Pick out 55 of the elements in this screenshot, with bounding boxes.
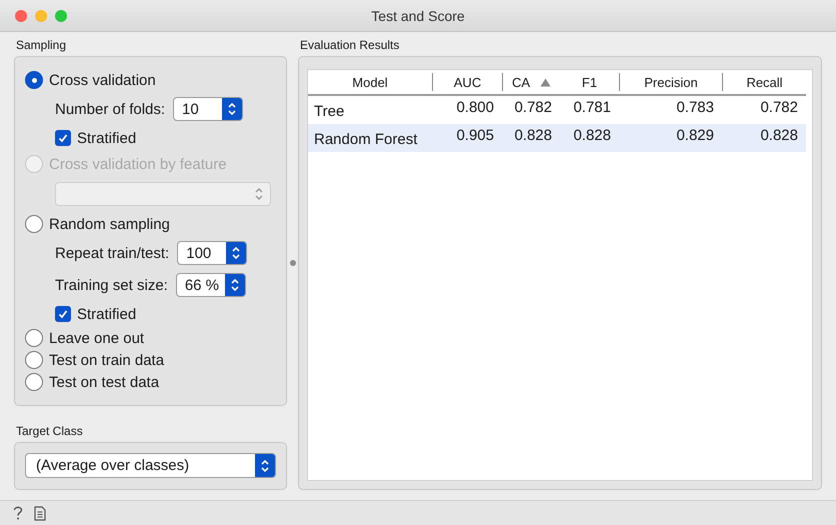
table-cell-text: 0.782: [513, 98, 553, 118]
table-cell-text: 0.783: [675, 98, 715, 118]
stepper-icon: [231, 246, 242, 260]
splitter-handle[interactable]: [290, 260, 296, 266]
checkbox[interactable]: [55, 306, 71, 322]
column-header[interactable]: AUC: [432, 73, 502, 91]
chevron-icon: [254, 187, 264, 201]
radio-label[interactable]: Test on train data: [49, 352, 164, 368]
table-cell-text: 0.828: [513, 126, 553, 146]
checkbox[interactable]: [55, 130, 71, 146]
group-label: Sampling: [15, 37, 66, 54]
table-cell-text: 0.828: [759, 126, 799, 146]
radio-button[interactable]: [25, 71, 43, 89]
table-cell-text: 0.800: [455, 98, 495, 118]
stepper-icon: [260, 458, 270, 472]
help-icon[interactable]: [12, 505, 24, 521]
spin-box[interactable]: 100: [177, 241, 248, 265]
target-class-dropdown[interactable]: (Average over classes): [25, 453, 276, 478]
table-cell-text: 0.781: [572, 98, 612, 118]
window-title: Test and Score: [371, 8, 465, 24]
radio-label[interactable]: Leave one out: [49, 330, 144, 346]
spin-box[interactable]: 10: [173, 97, 244, 121]
sort-ascending-icon: [540, 78, 552, 86]
spin-label: Number of folds:: [55, 100, 166, 118]
column-header[interactable]: Model: [308, 73, 432, 91]
radio-button[interactable]: [25, 329, 43, 347]
radio-button[interactable]: [25, 215, 43, 233]
spin-box[interactable]: 66 %: [176, 273, 246, 297]
document-icon[interactable]: [34, 506, 46, 520]
column-header[interactable]: Precision: [619, 73, 722, 91]
group-label: Target Class: [15, 423, 83, 440]
table-cell-text: 0.828: [572, 126, 612, 146]
checkmark-icon: [57, 308, 69, 320]
radio-label[interactable]: Cross validation: [49, 72, 156, 88]
table-cell-text: 0.829: [675, 126, 715, 146]
spin-label: Training set size:: [55, 276, 168, 294]
column-header[interactable]: Recall: [722, 73, 806, 91]
close-button[interactable]: [15, 10, 27, 22]
spin-label: Repeat train/test:: [55, 244, 170, 262]
radio-button[interactable]: [25, 351, 43, 369]
checkmark-icon: [57, 132, 69, 144]
column-header[interactable]: F1: [560, 73, 619, 91]
table-cell-text: 0.782: [759, 98, 799, 118]
radio-button[interactable]: [25, 373, 43, 391]
checkbox-label[interactable]: Stratified: [77, 130, 136, 146]
radio-label[interactable]: Test on test data: [49, 374, 160, 390]
stepper-icon: [230, 278, 240, 292]
table-cell-text: 0.905: [455, 126, 495, 146]
stepper-icon: [227, 102, 238, 116]
radio-label[interactable]: Random sampling: [49, 216, 170, 232]
checkbox-label[interactable]: Stratified: [77, 306, 136, 322]
table-cell-text: Tree: [313, 102, 346, 122]
table-cell-text: Random Forest: [313, 130, 418, 150]
column-header[interactable]: CA: [502, 73, 560, 91]
group-label: Evaluation Results: [299, 37, 400, 54]
